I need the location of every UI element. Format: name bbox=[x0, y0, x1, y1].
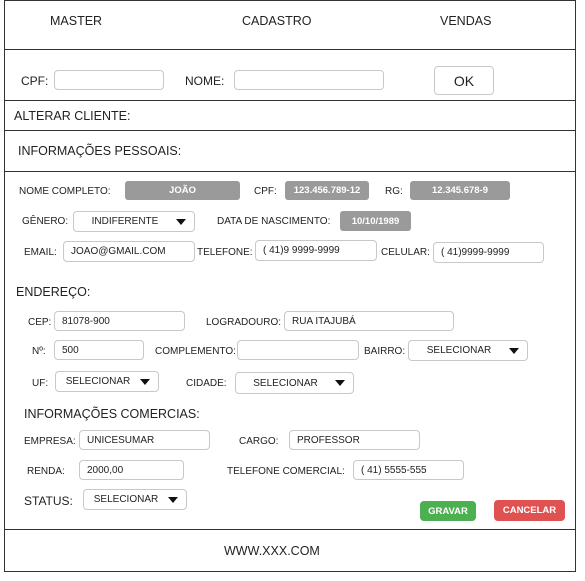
genero-label: GÊNERO: bbox=[22, 216, 69, 227]
complemento-label: COMPLEMENTO: bbox=[155, 346, 236, 357]
divider bbox=[4, 100, 576, 101]
email-label: EMAIL: bbox=[24, 247, 57, 258]
divider bbox=[4, 130, 576, 131]
footer-url[interactable]: WWW.XXX.COM bbox=[224, 544, 320, 558]
alterar-cliente-title: ALTERAR CLIENTE: bbox=[14, 109, 131, 123]
numero-input[interactable]: 500 bbox=[54, 340, 144, 360]
divider bbox=[4, 171, 576, 172]
chevron-down-icon bbox=[168, 496, 178, 503]
status-select[interactable]: SELECIONAR bbox=[83, 489, 187, 510]
uf-select[interactable]: SELECIONAR bbox=[55, 371, 159, 392]
nav-master[interactable]: MASTER bbox=[50, 14, 102, 28]
renda-label: RENDA: bbox=[27, 466, 65, 477]
cancelar-button[interactable]: CANCELAR bbox=[494, 500, 565, 521]
cpf-search-label: CPF: bbox=[21, 74, 49, 88]
comercial-title: INFORMAÇÕES COMERCIAS: bbox=[24, 407, 200, 421]
endereco-title: ENDEREÇO: bbox=[16, 285, 91, 299]
celular-label: CELULAR: bbox=[381, 247, 430, 258]
gravar-button[interactable]: GRAVAR bbox=[420, 501, 476, 521]
chevron-down-icon bbox=[509, 347, 519, 354]
bairro-select[interactable]: SELECIONAR bbox=[408, 340, 528, 361]
cep-label: CEP: bbox=[28, 317, 52, 328]
divider bbox=[4, 529, 576, 530]
cargo-label: CARGO: bbox=[239, 436, 279, 447]
numero-label: Nº: bbox=[32, 346, 46, 357]
cidade-select[interactable]: SELECIONAR bbox=[235, 372, 354, 394]
ok-button[interactable]: OK bbox=[434, 66, 494, 95]
uf-select-value: SELECIONAR bbox=[65, 376, 131, 387]
status-select-value: SELECIONAR bbox=[93, 494, 159, 505]
rg-label: RG: bbox=[385, 186, 403, 197]
info-pessoais-title: INFORMAÇÕES PESSOAIS: bbox=[18, 144, 182, 158]
empresa-input[interactable]: UNICESUMAR bbox=[79, 430, 210, 450]
nav-cadastro[interactable]: CADASTRO bbox=[242, 14, 311, 28]
chevron-down-icon bbox=[140, 378, 150, 385]
logradouro-input[interactable]: RUA ITAJUBÁ bbox=[284, 311, 454, 331]
nascimento-value: 10/10/1989 bbox=[340, 211, 411, 231]
chevron-down-icon bbox=[335, 380, 345, 386]
bairro-select-value: SELECIONAR bbox=[426, 345, 492, 356]
genero-select-value: INDIFERENTE bbox=[91, 216, 159, 227]
genero-select[interactable]: INDIFERENTE bbox=[73, 211, 195, 232]
telefone-input[interactable]: ( 41)9 9999-9999 bbox=[255, 240, 377, 261]
telefone-label: TELEFONE: bbox=[197, 247, 253, 258]
tel-comercial-input[interactable]: ( 41) 5555-555 bbox=[353, 460, 464, 480]
cidade-label: CIDADE: bbox=[186, 378, 227, 389]
cargo-input[interactable]: PROFESSOR bbox=[289, 430, 420, 450]
nome-search-label: NOME: bbox=[185, 74, 225, 88]
status-label: STATUS: bbox=[24, 494, 73, 508]
cidade-select-value: SELECIONAR bbox=[253, 377, 318, 389]
nav-vendas[interactable]: VENDAS bbox=[440, 14, 491, 28]
rg-value: 12.345.678-9 bbox=[410, 181, 510, 200]
cpf-value: 123.456.789-12 bbox=[285, 181, 369, 200]
celular-input[interactable]: ( 41)9999-9999 bbox=[433, 242, 544, 263]
chevron-down-icon bbox=[176, 218, 186, 225]
nome-completo-value: JOÃO bbox=[125, 181, 240, 200]
cpf-search-input[interactable] bbox=[54, 70, 164, 90]
empresa-label: EMPRESA: bbox=[24, 436, 76, 447]
cpf-label: CPF: bbox=[254, 186, 277, 197]
divider bbox=[4, 49, 576, 50]
uf-label: UF: bbox=[32, 378, 49, 389]
nome-completo-label: NOME COMPLETO: bbox=[19, 186, 111, 197]
logradouro-label: LOGRADOURO: bbox=[206, 317, 282, 328]
nascimento-label: DATA DE NASCIMENTO: bbox=[217, 216, 331, 227]
tel-comercial-label: TELEFONE COMERCIAL: bbox=[227, 466, 345, 477]
email-input[interactable]: JOAO@GMAIL.COM bbox=[63, 241, 195, 262]
complemento-input[interactable] bbox=[237, 340, 359, 360]
bairro-label: BAIRRO: bbox=[364, 346, 406, 357]
nome-search-input[interactable] bbox=[234, 70, 384, 90]
cep-input[interactable]: 81078-900 bbox=[54, 311, 185, 331]
renda-input[interactable]: 2000,00 bbox=[79, 460, 184, 480]
